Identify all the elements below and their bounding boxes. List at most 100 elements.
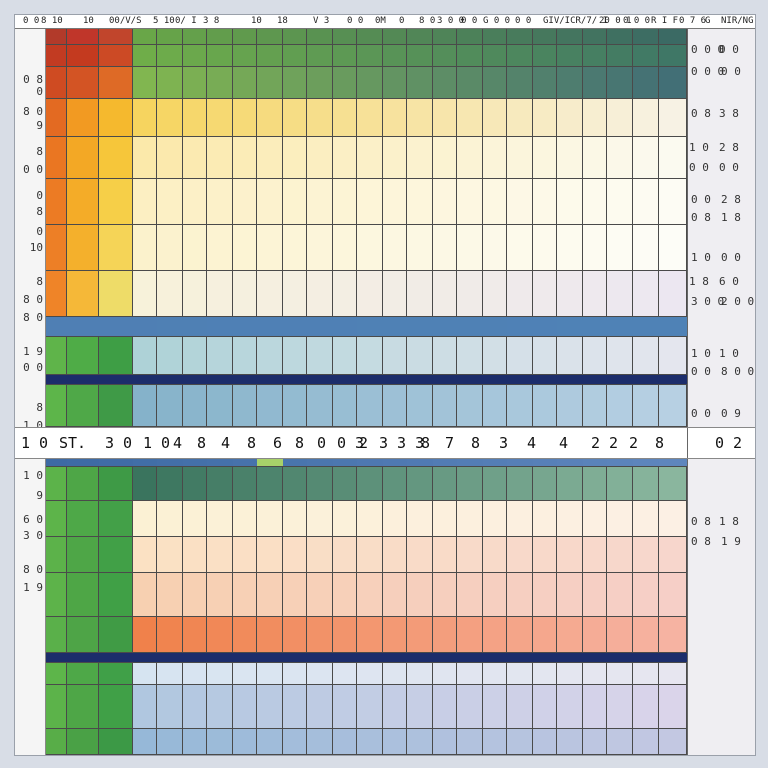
grid-cell[interactable] bbox=[407, 99, 433, 137]
grid-cell[interactable] bbox=[583, 573, 607, 617]
grid-cell[interactable] bbox=[633, 137, 659, 179]
grid-cell[interactable] bbox=[583, 137, 607, 179]
grid-cell[interactable] bbox=[133, 617, 157, 653]
grid-cell[interactable] bbox=[133, 137, 157, 179]
grid-cell[interactable] bbox=[45, 653, 67, 663]
grid-cell[interactable] bbox=[659, 67, 687, 99]
grid-cell[interactable] bbox=[383, 137, 407, 179]
grid-cell[interactable] bbox=[557, 537, 583, 573]
grid-cell[interactable] bbox=[407, 67, 433, 99]
grid-cell[interactable] bbox=[557, 663, 583, 685]
grid-cell[interactable] bbox=[257, 45, 283, 67]
grid-cell[interactable] bbox=[633, 179, 659, 225]
grid-cell[interactable] bbox=[207, 29, 233, 45]
grid-cell[interactable] bbox=[357, 617, 383, 653]
grid-cell[interactable] bbox=[533, 29, 557, 45]
grid-cell[interactable] bbox=[483, 67, 507, 99]
grid-cell[interactable] bbox=[233, 271, 257, 317]
grid-cell[interactable] bbox=[407, 685, 433, 729]
grid-cell[interactable] bbox=[357, 663, 383, 685]
grid-cell[interactable] bbox=[307, 663, 333, 685]
grid-cell[interactable] bbox=[533, 225, 557, 271]
grid-cell[interactable] bbox=[207, 179, 233, 225]
grid-cell[interactable] bbox=[357, 179, 383, 225]
grid-cell[interactable] bbox=[483, 729, 507, 755]
grid-cell[interactable] bbox=[45, 375, 67, 385]
grid-cell[interactable] bbox=[207, 225, 233, 271]
grid-cell[interactable] bbox=[307, 573, 333, 617]
grid-cell[interactable] bbox=[257, 617, 283, 653]
grid-cell[interactable] bbox=[557, 467, 583, 501]
grid-cell[interactable] bbox=[67, 685, 99, 729]
grid-cell[interactable] bbox=[357, 29, 383, 45]
grid-cell[interactable] bbox=[407, 375, 433, 385]
grid-cell[interactable] bbox=[233, 653, 257, 663]
grid-cell[interactable] bbox=[383, 317, 407, 337]
grid-cell[interactable] bbox=[659, 45, 687, 67]
grid-cell[interactable] bbox=[307, 317, 333, 337]
grid-cell[interactable] bbox=[133, 653, 157, 663]
grid-cell[interactable] bbox=[257, 663, 283, 685]
grid-cell[interactable] bbox=[633, 29, 659, 45]
grid-cell[interactable] bbox=[133, 29, 157, 45]
grid-cell[interactable] bbox=[607, 45, 633, 67]
grid-cell[interactable] bbox=[45, 29, 67, 45]
grid-cell[interactable] bbox=[557, 685, 583, 729]
grid-cell[interactable] bbox=[333, 537, 357, 573]
grid-cell[interactable] bbox=[67, 573, 99, 617]
grid-cell[interactable] bbox=[533, 685, 557, 729]
grid-cell[interactable] bbox=[133, 317, 157, 337]
grid-cell[interactable] bbox=[659, 29, 687, 45]
grid-cell[interactable] bbox=[557, 337, 583, 375]
grid-cell[interactable] bbox=[633, 573, 659, 617]
grid-cell[interactable] bbox=[183, 225, 207, 271]
grid-cell[interactable] bbox=[257, 67, 283, 99]
grid-cell[interactable] bbox=[257, 537, 283, 573]
grid-cell[interactable] bbox=[207, 385, 233, 427]
grid-cell[interactable] bbox=[607, 137, 633, 179]
grid-cell[interactable] bbox=[357, 375, 383, 385]
grid-cell[interactable] bbox=[557, 653, 583, 663]
grid-cell[interactable] bbox=[133, 45, 157, 67]
grid-cell[interactable] bbox=[407, 29, 433, 45]
grid-cell[interactable] bbox=[133, 467, 157, 501]
grid-cell[interactable] bbox=[307, 137, 333, 179]
grid-cell[interactable] bbox=[583, 617, 607, 653]
grid-cell[interactable] bbox=[207, 271, 233, 317]
grid-cell[interactable] bbox=[183, 385, 207, 427]
grid-cell[interactable] bbox=[659, 317, 687, 337]
grid-cell[interactable] bbox=[45, 179, 67, 225]
grid-cell[interactable] bbox=[67, 337, 99, 375]
grid-cell[interactable] bbox=[557, 617, 583, 653]
grid-cell[interactable] bbox=[233, 29, 257, 45]
grid-cell[interactable] bbox=[607, 729, 633, 755]
grid-cell[interactable] bbox=[99, 45, 133, 67]
grid-cell[interactable] bbox=[67, 729, 99, 755]
grid-cell[interactable] bbox=[533, 317, 557, 337]
grid-cell[interactable] bbox=[607, 179, 633, 225]
grid-cell[interactable] bbox=[157, 653, 183, 663]
grid-cell[interactable] bbox=[67, 467, 99, 501]
grid-cell[interactable] bbox=[233, 685, 257, 729]
grid-cell[interactable] bbox=[633, 385, 659, 427]
grid-cell[interactable] bbox=[183, 685, 207, 729]
grid-cell[interactable] bbox=[99, 501, 133, 537]
grid-cell[interactable] bbox=[233, 337, 257, 375]
grid-cell[interactable] bbox=[557, 45, 583, 67]
grid-cell[interactable] bbox=[507, 337, 533, 375]
grid-cell[interactable] bbox=[99, 271, 133, 317]
grid-cell[interactable] bbox=[507, 537, 533, 573]
grid-cell[interactable] bbox=[157, 67, 183, 99]
grid-cell[interactable] bbox=[333, 179, 357, 225]
grid-cell[interactable] bbox=[457, 45, 483, 67]
grid-cell[interactable] bbox=[607, 99, 633, 137]
grid-cell[interactable] bbox=[659, 271, 687, 317]
grid-cell[interactable] bbox=[207, 45, 233, 67]
grid-cell[interactable] bbox=[133, 663, 157, 685]
grid-cell[interactable] bbox=[483, 653, 507, 663]
grid-cell[interactable] bbox=[457, 653, 483, 663]
grid-cell[interactable] bbox=[357, 653, 383, 663]
grid-cell[interactable] bbox=[133, 537, 157, 573]
grid-cell[interactable] bbox=[183, 317, 207, 337]
grid-cell[interactable] bbox=[433, 271, 457, 317]
